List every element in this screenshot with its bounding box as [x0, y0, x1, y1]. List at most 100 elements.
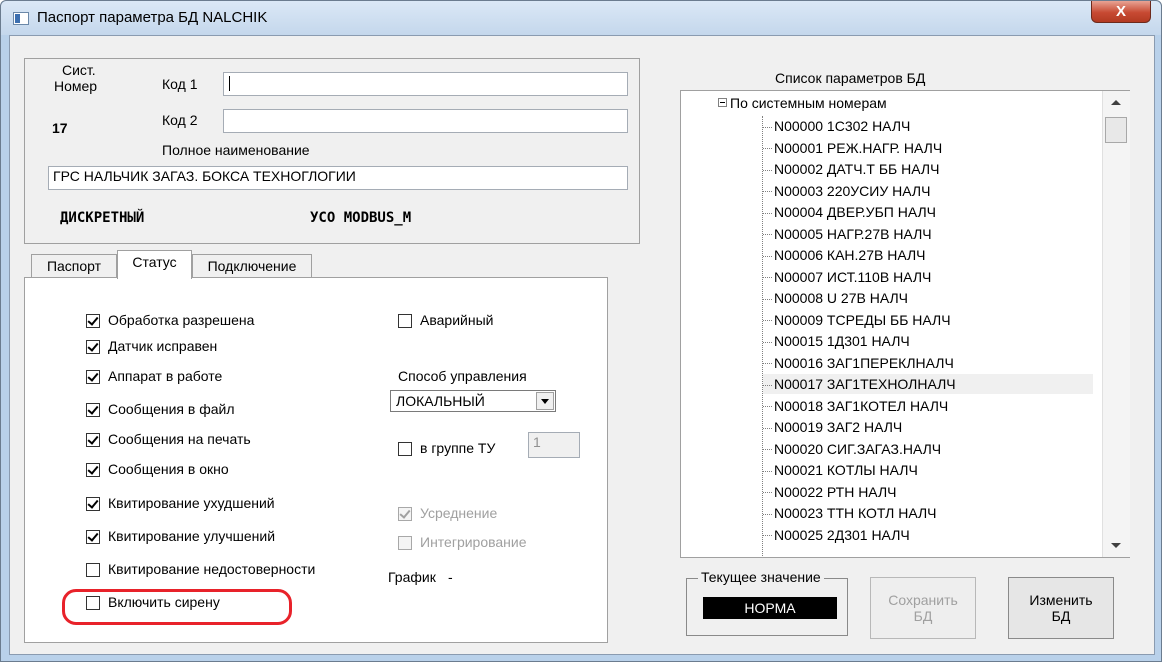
status-checkbox-label-8: Квитирование недостоверности [108, 561, 316, 577]
tree-item[interactable]: N00018 ЗАГ1КОТЕЛ НАЛЧ [763, 396, 1093, 416]
tree-item-label: N00022 РТН НАЛЧ [774, 483, 897, 500]
graph-label: График [388, 569, 436, 585]
tree-item[interactable]: N00017 ЗАГ1ТЕХНОЛНАЛЧ [763, 374, 1093, 394]
scroll-up-icon[interactable] [1111, 100, 1121, 105]
tree-branch-line [763, 363, 772, 365]
tree-item-label: N00001 РЕЖ.НАГР. НАЛЧ [774, 139, 943, 156]
tu-group-checkbox[interactable] [398, 442, 412, 456]
tree-item[interactable]: N00003 220УСИУ НАЛЧ [763, 181, 1093, 201]
siren-highlight-annotation [62, 589, 292, 625]
tree-item[interactable]: N00022 РТН НАЛЧ [763, 482, 1093, 502]
tree-branch-line [763, 255, 772, 257]
tree-item-label: N00002 ДАТЧ.Т ББ НАЛЧ [774, 161, 940, 177]
tree-branch-line [763, 470, 772, 472]
fullname-label: Полное наименование [162, 142, 310, 158]
fullname-input[interactable]: ГРС НАЛЬЧИК ЗАГАЗ. БОКСА ТЕХНОГЛОГИИ [48, 166, 628, 190]
graph-value: - [448, 569, 453, 585]
text-caret [229, 76, 230, 91]
tree-branch-line [763, 277, 772, 279]
integration-checkbox[interactable] [398, 536, 412, 550]
tree-item[interactable]: N00023 ТТН КОТЛ НАЛЧ [763, 503, 1093, 523]
averaging-checkbox[interactable] [398, 507, 412, 521]
tree-item-label: N00020 СИГ.ЗАГАЗ.НАЛЧ [774, 440, 942, 457]
tree-branch-line [763, 535, 772, 537]
change-db-button[interactable]: Изменить БД [1008, 577, 1114, 639]
tree-item[interactable]: N00004 ДВЕР.УБП НАЛЧ [763, 202, 1093, 222]
sys-number-label: Сист. [62, 62, 96, 78]
tree-branch-line [763, 212, 772, 214]
current-value-display: НОРМА [703, 597, 837, 619]
status-checkbox-1[interactable] [86, 340, 100, 354]
tree-item[interactable]: N00020 СИГ.ЗАГАЗ.НАЛЧ [763, 439, 1093, 459]
save-db-button[interactable]: Сохранить БД [870, 577, 976, 639]
tree-branch-line [763, 126, 772, 128]
tree-item[interactable]: N00008 U 27В НАЛЧ [763, 288, 1093, 308]
tab-connection[interactable]: Подключение [192, 254, 312, 278]
status-checkbox-label-4: Сообщения на печать [108, 431, 251, 447]
tree-item[interactable]: N00001 РЕЖ.НАГР. НАЛЧ [763, 138, 1093, 158]
tree-item-label: N00004 ДВЕР.УБП НАЛЧ [774, 204, 936, 220]
tree-item[interactable]: N00025 2Д301 НАЛЧ [763, 525, 1093, 545]
tree-branch-line [763, 169, 772, 171]
tab-passport[interactable]: Паспорт [31, 254, 117, 278]
chevron-down-icon[interactable] [536, 392, 554, 410]
control-method-select[interactable]: ЛОКАЛЬНЫЙ [390, 390, 556, 412]
tree-branch-line [763, 427, 772, 429]
tu-group-input[interactable]: 1 [528, 432, 580, 458]
tree-item-label: N00007 ИСТ.110В НАЛЧ [774, 268, 932, 285]
tree-branch-line [763, 492, 772, 494]
tree-item-label: N00003 220УСИУ НАЛЧ [774, 182, 931, 199]
tree-item[interactable]: N00015 1Д301 НАЛЧ [763, 331, 1093, 351]
control-method-label: Способ управления [398, 368, 527, 384]
integration-label: Интегрирование [420, 534, 527, 550]
tree-item[interactable]: N00002 ДАТЧ.Т ББ НАЛЧ [763, 159, 1093, 179]
tree-root-label[interactable]: По системным номерам [730, 95, 887, 111]
window-title: Паспорт параметра БД NALCHIK [37, 9, 268, 26]
tu-group-label: в группе ТУ [420, 440, 496, 456]
status-checkbox-label-3: Сообщения в файл [108, 401, 235, 417]
collapse-icon[interactable] [718, 98, 727, 107]
tree-item[interactable]: N00006 КАН.27В НАЛЧ [763, 245, 1093, 265]
app-icon [13, 12, 29, 25]
tree-item[interactable]: N00021 КОТЛЫ НАЛЧ [763, 460, 1093, 480]
tree-item-label: N00019 ЗАГ2 НАЛЧ [774, 419, 903, 435]
status-checkbox-8[interactable] [86, 563, 100, 577]
status-checkbox-5[interactable] [86, 463, 100, 477]
code2-label: Код 2 [162, 112, 198, 128]
code1-input[interactable] [223, 72, 628, 96]
status-checkbox-2[interactable] [86, 370, 100, 384]
tree-item[interactable]: N00007 ИСТ.110В НАЛЧ [763, 267, 1093, 287]
status-checkbox-4[interactable] [86, 433, 100, 447]
tree-scrollbar[interactable] [1102, 91, 1130, 557]
tree-item-label: N00023 ТТН КОТЛ НАЛЧ [774, 505, 937, 521]
code1-label: Код 1 [162, 76, 198, 92]
tree-branch-line [763, 148, 772, 150]
tree-item[interactable]: N00005 НАГР.27В НАЛЧ [763, 224, 1093, 244]
control-method-value: ЛОКАЛЬНЫЙ [396, 393, 485, 409]
sys-number-value: 17 [52, 120, 68, 136]
scroll-thumb[interactable] [1105, 117, 1127, 143]
close-button[interactable]: X [1091, 1, 1151, 23]
tree-item[interactable]: N00019 ЗАГ2 НАЛЧ [763, 417, 1093, 437]
uso-text: УСО MODBUS_M [310, 210, 412, 226]
code2-input[interactable] [223, 109, 628, 133]
type-text: ДИСКРЕТНЫЙ [60, 210, 145, 226]
tree-item-label: N00005 НАГР.27В НАЛЧ [774, 225, 932, 242]
status-checkbox-7[interactable] [86, 530, 100, 544]
status-checkbox-3[interactable] [86, 403, 100, 417]
tree-item[interactable]: N00000 1С302 НАЛЧ [763, 116, 1093, 136]
emergency-checkbox[interactable] [398, 314, 412, 328]
averaging-label: Усреднение [420, 505, 498, 521]
tab-status[interactable]: Статус [117, 250, 192, 279]
tree-item[interactable]: N00016 ЗАГ1ПЕРЕКЛНАЛЧ [763, 353, 1093, 373]
tree-branch-line [763, 341, 772, 343]
status-checkbox-0[interactable] [86, 314, 100, 328]
title-bar[interactable]: Паспорт параметра БД NALCHIK X [1, 1, 1161, 35]
status-checkbox-label-5: Сообщения в окно [108, 461, 229, 477]
status-checkbox-6[interactable] [86, 497, 100, 511]
tree-branch-line [763, 406, 772, 408]
scroll-down-icon[interactable] [1111, 543, 1121, 548]
tree-item[interactable]: N00009 ТСРЕДЫ ББ НАЛЧ [763, 310, 1093, 330]
status-checkbox-label-1: Датчик исправен [108, 338, 218, 354]
tree-item-label: N00025 2Д301 НАЛЧ [774, 526, 910, 543]
